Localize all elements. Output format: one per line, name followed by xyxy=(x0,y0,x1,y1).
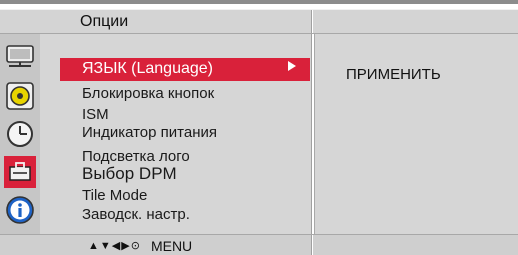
options-menu: ЯЗЫК (Language) Блокировка кнопок ISM Ин… xyxy=(40,34,312,234)
monitor-icon[interactable] xyxy=(4,42,36,74)
osd-window: Опции ЯЗЫК (Language) Блокировка кнопок … xyxy=(0,0,518,255)
arrow-right-icon: ▶ xyxy=(121,240,130,252)
arrow-up-icon: ▲ xyxy=(88,240,99,252)
menu-hint-label: MENU xyxy=(150,238,193,254)
navigation-hint: ▲ ▼ ◀ ▶ ⊙ MENU xyxy=(88,238,192,254)
menu-item-factory-reset[interactable]: Заводск. настр. xyxy=(82,206,190,223)
menu-item-dpm-select[interactable]: Выбор DPM xyxy=(82,164,177,184)
enter-icon: ⊙ xyxy=(130,240,140,252)
apply-option[interactable]: ПРИМЕНИТЬ xyxy=(346,66,441,83)
title-divider xyxy=(311,10,313,33)
arrow-down-icon: ▼ xyxy=(99,240,111,252)
menu-item-label: ЯЗЫК (Language) xyxy=(82,60,213,77)
menu-item-ism[interactable]: ISM xyxy=(82,106,109,123)
clock-icon[interactable] xyxy=(4,118,36,150)
menu-item-tile-mode[interactable]: Tile Mode xyxy=(82,187,147,204)
top-accent-line xyxy=(0,0,518,4)
submenu-panel: ПРИМЕНИТЬ xyxy=(314,34,518,234)
footer-divider xyxy=(311,235,313,255)
menu-item-language[interactable]: ЯЗЫК (Language) xyxy=(60,58,310,81)
menu-item-logo-light[interactable]: Подсветка лого xyxy=(82,148,190,165)
footer-bar: ▲ ▼ ◀ ▶ ⊙ MENU xyxy=(0,234,518,255)
toolbox-icon[interactable] xyxy=(4,156,36,188)
page-title: Опции xyxy=(80,13,129,30)
audio-disc-icon[interactable] xyxy=(4,80,36,112)
chevron-right-icon xyxy=(288,61,296,71)
menu-item-key-lock[interactable]: Блокировка кнопок xyxy=(82,85,214,102)
info-icon[interactable] xyxy=(4,194,36,226)
title-bar: Опции xyxy=(0,9,518,34)
category-icon-bar xyxy=(0,34,40,234)
arrow-left-icon: ◀ xyxy=(111,240,121,252)
menu-item-power-indicator[interactable]: Индикатор питания xyxy=(82,124,217,141)
